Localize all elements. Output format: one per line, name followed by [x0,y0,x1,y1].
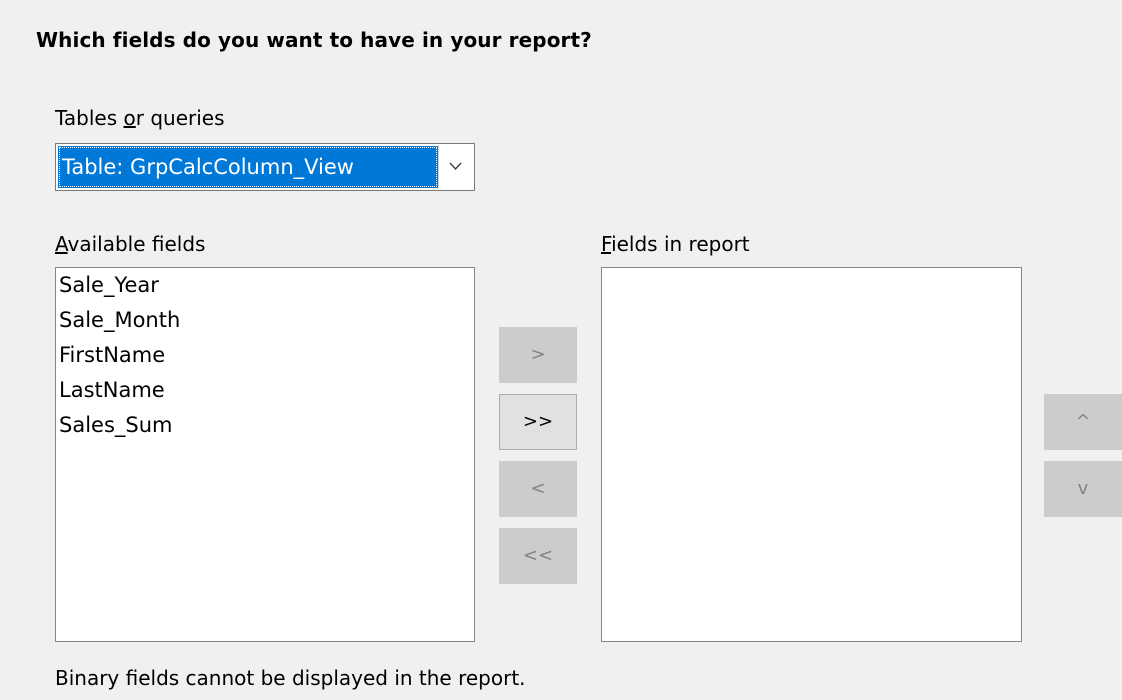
add-all-fields-button[interactable]: >> [499,394,577,450]
binary-fields-note: Binary fields cannot be displayed in the… [55,666,526,690]
list-item[interactable]: Sale_Month [56,303,474,338]
remove-field-button[interactable]: < [499,461,577,517]
chevron-down-icon [449,162,462,171]
move-up-button[interactable]: ^ [1044,394,1122,450]
move-down-button[interactable]: v [1044,461,1122,517]
page-title: Which fields do you want to have in your… [36,28,592,52]
fields-in-report-list[interactable] [601,267,1022,642]
available-fields-list[interactable]: Sale_Year Sale_Month FirstName LastName … [55,267,475,642]
list-item[interactable]: Sales_Sum [56,408,474,443]
selected-table-value: Table: GrpCalcColumn_View [58,146,438,188]
dropdown-button[interactable] [438,146,472,188]
list-item[interactable]: Sale_Year [56,268,474,303]
tables-or-queries-label: Tables or queries [55,106,225,130]
fields-in-report-label: Fields in report [601,232,750,256]
list-item[interactable]: FirstName [56,338,474,373]
list-item[interactable]: LastName [56,373,474,408]
available-fields-label: Available fields [55,232,206,256]
tables-or-queries-select[interactable]: Table: GrpCalcColumn_View [55,143,475,191]
add-field-button[interactable]: > [499,327,577,383]
remove-all-fields-button[interactable]: << [499,528,577,584]
